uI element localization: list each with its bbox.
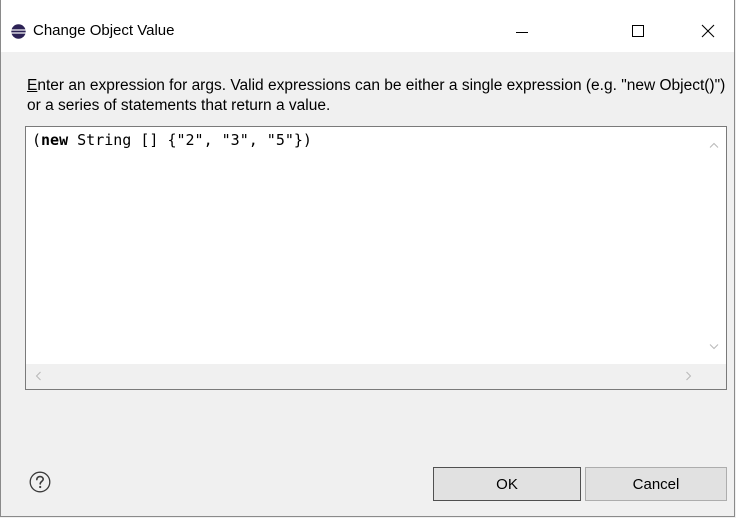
help-icon[interactable] [29, 471, 51, 493]
code-text: String [] {"2", "3", "5"}) [68, 131, 312, 149]
scroll-up-icon[interactable] [706, 137, 722, 153]
scrollbar-corner [701, 364, 726, 389]
minimize-icon [516, 32, 528, 33]
maximize-icon [632, 25, 644, 37]
dialog-window: Change Object Value Enter an expression … [0, 0, 735, 517]
ok-button[interactable]: OK [433, 467, 581, 501]
cancel-button[interactable]: Cancel [585, 467, 727, 501]
expression-editor[interactable]: (new String [] {"2", "3", "5"}) [25, 126, 727, 390]
instructions-accelerator: E [27, 77, 38, 94]
code-keyword: new [41, 131, 69, 149]
scroll-right-icon[interactable] [681, 368, 697, 384]
code-open-paren: ( [32, 131, 42, 149]
instructions-label: Enter an expression for args. Valid expr… [27, 76, 727, 116]
title-bar: Change Object Value [1, 0, 734, 52]
close-button[interactable] [685, 12, 731, 50]
window-title: Change Object Value [33, 22, 175, 39]
code-line: (new String [] {"2", "3", "5"}) [32, 131, 312, 149]
instructions-text: nter an expression for args. Valid expre… [27, 77, 726, 114]
close-icon [701, 24, 715, 38]
eclipse-icon [11, 24, 26, 39]
scroll-down-icon[interactable] [706, 339, 722, 355]
vertical-scrollbar[interactable] [701, 127, 726, 365]
scroll-left-icon[interactable] [30, 368, 46, 384]
minimize-button[interactable] [499, 12, 545, 50]
maximize-button[interactable] [615, 12, 661, 50]
horizontal-scrollbar[interactable] [26, 364, 701, 389]
